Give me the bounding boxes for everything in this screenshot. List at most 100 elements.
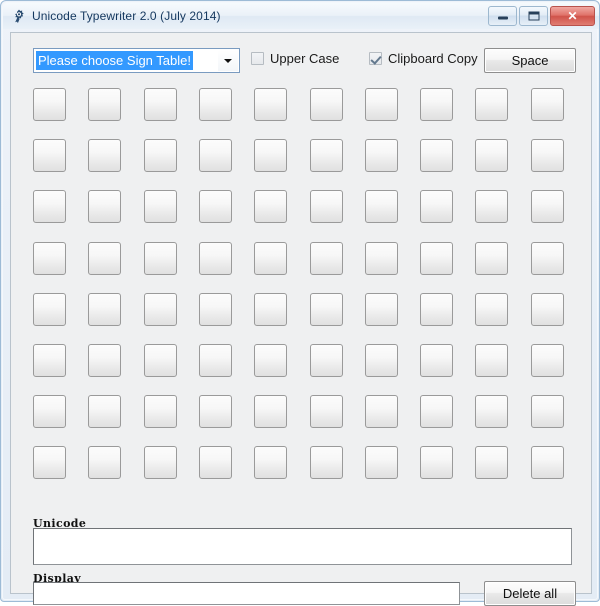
sign-button[interactable] [144,242,177,275]
sign-button[interactable] [531,139,564,172]
sign-button[interactable] [531,293,564,326]
sign-button[interactable] [33,344,66,377]
sign-button[interactable] [310,139,343,172]
sign-button[interactable] [365,242,398,275]
sign-button[interactable] [475,242,508,275]
sign-button[interactable] [310,446,343,479]
maximize-icon [528,11,539,21]
sign-button[interactable] [88,242,121,275]
sign-button[interactable] [310,395,343,428]
sign-button[interactable] [420,139,453,172]
sign-button[interactable] [475,344,508,377]
window-title: Unicode Typewriter 2.0 (July 2014) [32,9,221,23]
sign-button[interactable] [254,344,287,377]
sign-button[interactable] [531,242,564,275]
chevron-down-icon [224,58,232,63]
sign-table-selected-value: Please choose Sign Table! [36,51,193,70]
sign-button[interactable] [33,293,66,326]
sign-button[interactable] [199,190,232,223]
sign-button[interactable] [420,344,453,377]
sign-button[interactable] [144,88,177,121]
sign-button[interactable] [254,242,287,275]
sign-button[interactable] [144,344,177,377]
clipboard-copy-checkbox[interactable]: Clipboard Copy [369,52,478,65]
sign-button[interactable] [88,190,121,223]
sign-button[interactable] [531,395,564,428]
sign-button[interactable] [33,242,66,275]
sign-table-combo[interactable]: Please choose Sign Table! [33,48,240,73]
sign-button[interactable] [475,139,508,172]
sign-button[interactable] [254,293,287,326]
sign-button[interactable] [310,242,343,275]
window-controls: ✕ [488,6,595,26]
upper-case-checkbox[interactable]: Upper Case [251,52,339,65]
sign-button[interactable] [365,88,398,121]
sign-button[interactable] [144,293,177,326]
sign-button[interactable] [420,446,453,479]
unicode-textarea[interactable] [33,528,572,565]
sign-button[interactable] [531,344,564,377]
sign-button[interactable] [199,395,232,428]
sign-button[interactable] [254,395,287,428]
sign-button[interactable] [254,139,287,172]
sign-button[interactable] [365,395,398,428]
sign-button[interactable] [420,293,453,326]
sign-button[interactable] [254,190,287,223]
title-bar[interactable]: Unicode Typewriter 2.0 (July 2014) ✕ [3,3,599,29]
sign-button[interactable] [531,446,564,479]
sign-button[interactable] [33,395,66,428]
sign-button[interactable] [144,446,177,479]
sign-button[interactable] [199,293,232,326]
sign-button[interactable] [420,242,453,275]
sign-button[interactable] [88,395,121,428]
sign-button[interactable] [199,344,232,377]
space-button[interactable]: Space [484,48,576,73]
sign-button[interactable] [199,88,232,121]
sign-button[interactable] [88,293,121,326]
sign-button[interactable] [365,293,398,326]
sign-button[interactable] [88,88,121,121]
sign-button[interactable] [475,446,508,479]
sign-button[interactable] [531,190,564,223]
sign-button[interactable] [199,242,232,275]
sign-button[interactable] [254,446,287,479]
clipboard-copy-checkbox-box[interactable] [369,52,382,65]
sign-button[interactable] [144,395,177,428]
upper-case-checkbox-box[interactable] [251,52,264,65]
sign-button[interactable] [310,344,343,377]
sign-button[interactable] [254,88,287,121]
sign-button[interactable] [310,293,343,326]
sign-button-grid [11,33,593,595]
sign-button[interactable] [475,395,508,428]
sign-table-combo-arrow-box[interactable] [218,50,238,71]
sign-button[interactable] [33,88,66,121]
sign-button[interactable] [33,190,66,223]
sign-button[interactable] [420,190,453,223]
sign-button[interactable] [33,446,66,479]
sign-button[interactable] [420,88,453,121]
maximize-button[interactable] [519,6,548,26]
sign-button[interactable] [365,344,398,377]
sign-button[interactable] [144,190,177,223]
sign-button[interactable] [365,190,398,223]
minimize-button[interactable] [488,6,517,26]
sign-button[interactable] [420,395,453,428]
sign-button[interactable] [310,88,343,121]
close-icon: ✕ [567,9,578,23]
sign-button[interactable] [88,446,121,479]
sign-button[interactable] [199,139,232,172]
close-button[interactable]: ✕ [550,6,595,26]
sign-button[interactable] [365,139,398,172]
sign-button[interactable] [310,190,343,223]
sign-button[interactable] [475,88,508,121]
sign-button[interactable] [475,190,508,223]
sign-button[interactable] [365,446,398,479]
sign-button[interactable] [88,139,121,172]
sign-button[interactable] [144,139,177,172]
sign-button[interactable] [531,88,564,121]
sign-button[interactable] [199,446,232,479]
sign-button[interactable] [475,293,508,326]
delete-all-button[interactable]: Delete all [484,581,576,606]
sign-button[interactable] [33,139,66,172]
sign-button[interactable] [88,344,121,377]
